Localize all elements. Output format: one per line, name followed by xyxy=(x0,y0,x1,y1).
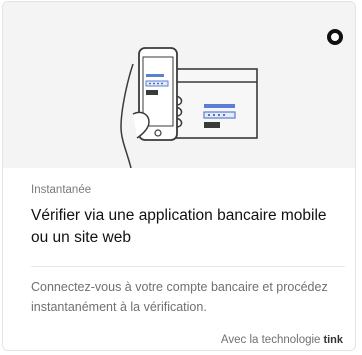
phone-banking-illustration xyxy=(120,47,258,168)
option-description: Connectez-vous à votre compte bancaire e… xyxy=(31,280,328,314)
option-title: Vérifier via une application bancaire mo… xyxy=(31,207,327,246)
verification-option-card[interactable]: Instantanée Vérifier via une application… xyxy=(2,1,356,351)
radio-button-icon[interactable] xyxy=(327,29,343,45)
powered-by-label: Avec la technologie xyxy=(220,334,321,346)
illustration-area xyxy=(3,2,355,168)
divider xyxy=(31,266,345,267)
option-category: Instantanée xyxy=(31,184,92,196)
powered-by: Avec la technologie tink xyxy=(221,334,343,346)
provider-logo: tink xyxy=(323,334,343,346)
